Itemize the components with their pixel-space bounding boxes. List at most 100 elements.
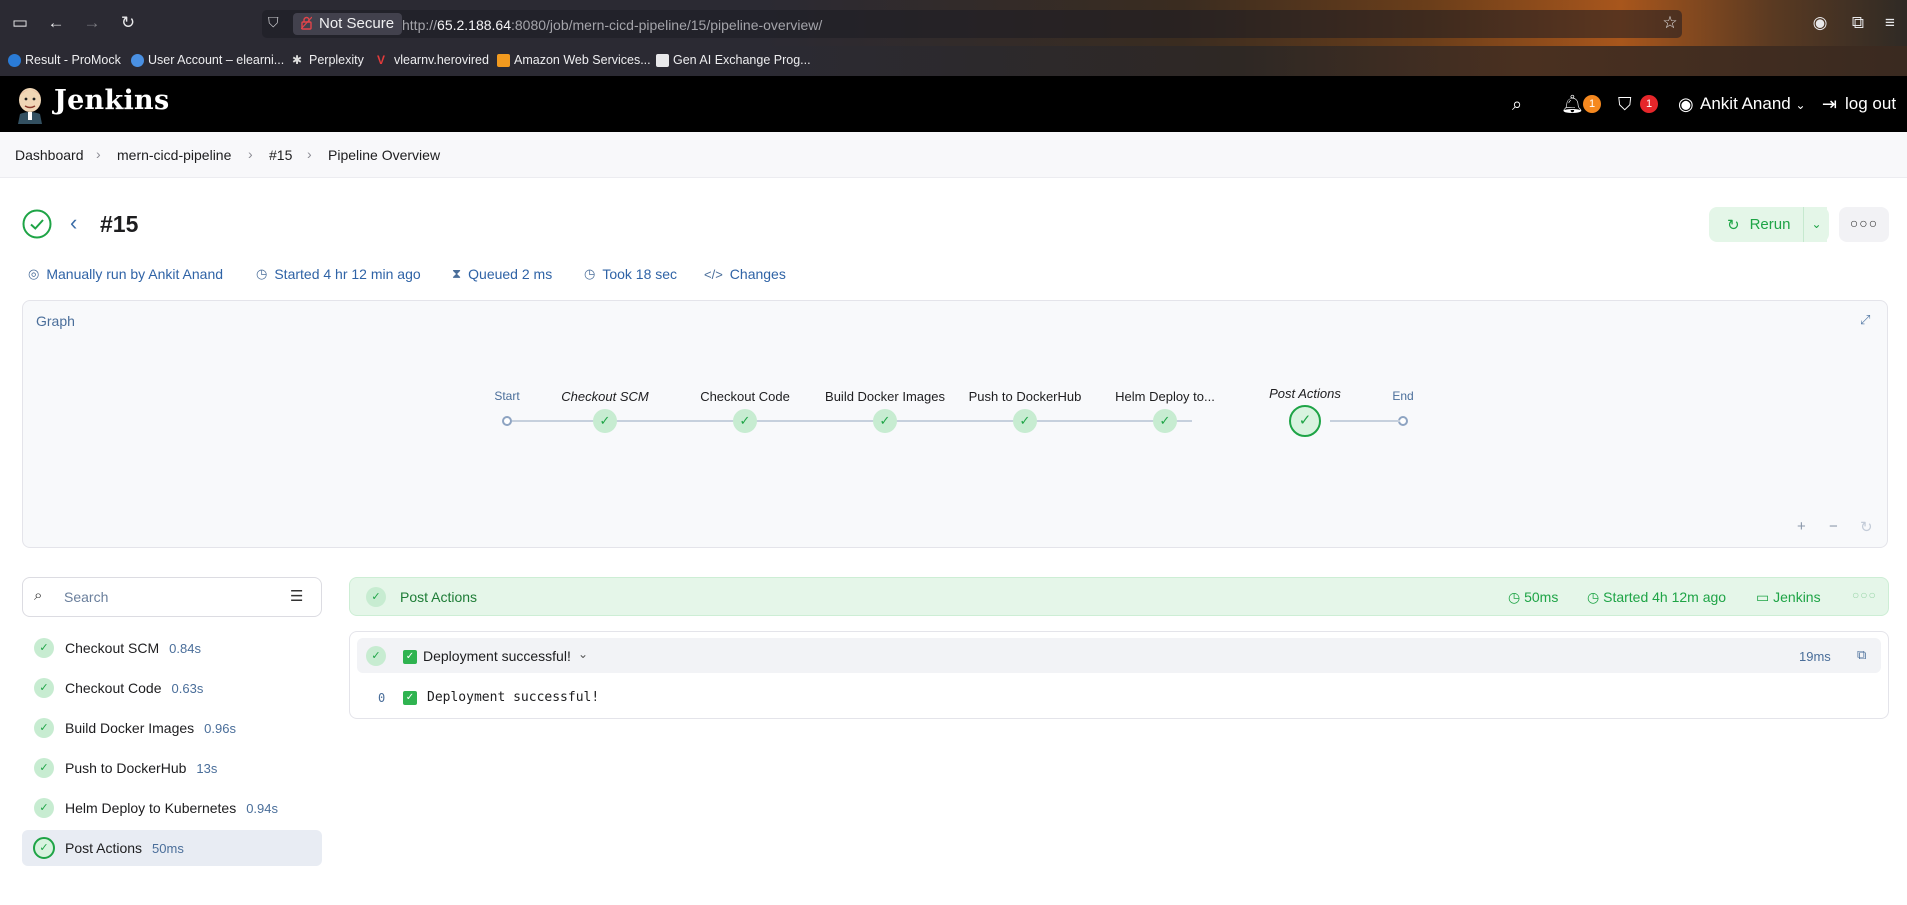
stage-started-label: Started 4h 12m ago bbox=[1603, 589, 1727, 605]
stage-duration: 0.96s bbox=[204, 721, 236, 736]
stage-duration-info: ◷ 50ms bbox=[1508, 589, 1558, 606]
star-icon[interactable]: ☆ bbox=[1660, 13, 1680, 33]
previous-build-chevron-icon[interactable]: ‹ bbox=[70, 210, 77, 236]
bookmark-label: Amazon Web Services... bbox=[514, 53, 651, 67]
filter-icon[interactable]: ☰ bbox=[290, 587, 303, 605]
bookmark-favicon bbox=[656, 53, 669, 67]
security-count-badge[interactable]: 1 bbox=[1640, 95, 1658, 113]
logout-link[interactable]: log out bbox=[1845, 94, 1896, 114]
stage-duration-label: 50ms bbox=[1524, 589, 1559, 605]
pipeline-graph[interactable] bbox=[22, 300, 1888, 548]
user-circle-icon: ◎ bbox=[28, 266, 40, 281]
bookmark-item[interactable]: ✱ Perplexity bbox=[292, 53, 364, 67]
graph-label-checkout-scm[interactable]: Checkout SCM bbox=[561, 389, 648, 404]
chevron-down-icon[interactable]: ⌄ bbox=[578, 647, 588, 661]
stage-name: Build Docker Images bbox=[65, 720, 195, 736]
stage-label: Checkout SCM 0.84s bbox=[65, 640, 201, 656]
stage-more-actions-icon[interactable]: ○○○ bbox=[1852, 588, 1877, 602]
forward-icon[interactable]: → bbox=[82, 13, 102, 33]
agent-link[interactable]: ▭ Jenkins bbox=[1756, 589, 1821, 606]
graph-label-helm-deploy[interactable]: Helm Deploy to... bbox=[1115, 389, 1215, 404]
stage-list-item-build-docker-images[interactable]: ✓ Build Docker Images 0.96s bbox=[22, 710, 322, 746]
started-label: Started 4 hr 12 min ago bbox=[274, 266, 421, 282]
queued-label: Queued 2 ms bbox=[468, 266, 553, 282]
security-shield-icon[interactable]: ⛉ bbox=[1618, 94, 1632, 115]
expand-icon[interactable]: ⤢ bbox=[1860, 312, 1870, 328]
clock-icon: ◷ bbox=[256, 266, 268, 281]
extensions-icon[interactable]: ⧉ bbox=[1848, 13, 1868, 33]
sidebar-toggle-icon[interactable]: ▭ bbox=[10, 13, 30, 33]
success-check-icon: ✓ bbox=[34, 678, 54, 698]
graph-node-helm-deploy[interactable]: ✓ bbox=[1153, 409, 1177, 433]
graph-label-checkout-code[interactable]: Checkout Code bbox=[700, 389, 790, 404]
stage-list-item-post-actions[interactable]: ✓ Post Actions 50ms bbox=[22, 830, 322, 866]
url-host: 65.2.188.64 bbox=[437, 17, 511, 33]
notifications-bell-icon[interactable]: 🔔︎ bbox=[1561, 94, 1584, 115]
graph-node-build-docker-images[interactable]: ✓ bbox=[873, 409, 897, 433]
url-text[interactable]: http://65.2.188.64:8080/job/mern-cicd-pi… bbox=[402, 17, 822, 33]
user-menu[interactable]: Ankit Anand ⌄ bbox=[1700, 94, 1806, 114]
rerun-icon: ↻ bbox=[1727, 216, 1740, 234]
menu-icon[interactable]: ≡ bbox=[1880, 13, 1900, 33]
stage-label: Post Actions 50ms bbox=[65, 840, 184, 856]
graph-label-post-actions[interactable]: Post Actions bbox=[1269, 386, 1341, 401]
bookmark-item[interactable]: Amazon Web Services... bbox=[497, 53, 651, 67]
stage-list-item-push-to-dockerhub[interactable]: ✓ Push to DockerHub 13s bbox=[22, 750, 322, 786]
reset-zoom-icon[interactable]: ↻ bbox=[1860, 518, 1873, 536]
search-icon[interactable]: ⌕ bbox=[1512, 94, 1522, 115]
breadcrumb-build[interactable]: #15 bbox=[269, 147, 292, 163]
graph-node-checkout-scm[interactable]: ✓ bbox=[593, 409, 617, 433]
search-icon: ⌕ bbox=[34, 587, 43, 604]
bookmark-item[interactable]: Vvlearnv.herovired bbox=[377, 53, 489, 67]
zoom-in-icon[interactable]: + bbox=[1797, 518, 1806, 535]
stage-name: Post Actions bbox=[65, 840, 143, 856]
stage-list-item-helm-deploy[interactable]: ✓ Helm Deploy to Kubernetes 0.94s bbox=[22, 790, 322, 826]
stage-list-item-checkout-scm[interactable]: ✓ Checkout SCM 0.84s bbox=[22, 630, 322, 666]
notification-count-badge[interactable]: 1 bbox=[1583, 95, 1601, 113]
bookmark-item[interactable]: User Account – elearni... bbox=[131, 53, 284, 67]
back-icon[interactable]: ← bbox=[46, 13, 66, 33]
more-actions-button[interactable]: ○○○ bbox=[1839, 207, 1889, 242]
graph-node-post-actions[interactable]: ✓ bbox=[1289, 405, 1321, 437]
stage-duration: 0.84s bbox=[169, 641, 201, 656]
reload-icon[interactable]: ↻ bbox=[118, 13, 138, 33]
bookmark-item[interactable]: Result - ProMock bbox=[8, 53, 121, 67]
graph-start-label: Start bbox=[494, 389, 520, 403]
check-mark-emoji-icon: ✓ bbox=[403, 691, 417, 705]
rerun-dropdown-chevron-icon[interactable]: ⌄ bbox=[1803, 207, 1829, 242]
graph-label-build-docker-images[interactable]: Build Docker Images bbox=[825, 389, 945, 404]
changes-label: Changes bbox=[729, 266, 786, 282]
perplexity-icon: ✱ bbox=[292, 52, 303, 67]
shield-icon[interactable]: ⛉ bbox=[268, 14, 279, 31]
zoom-out-icon[interactable]: − bbox=[1829, 518, 1838, 535]
graph-label-push-to-dockerhub[interactable]: Push to DockerHub bbox=[969, 389, 1082, 404]
graph-node-push-to-dockerhub[interactable]: ✓ bbox=[1013, 409, 1037, 433]
breadcrumb-job[interactable]: mern-cicd-pipeline bbox=[117, 147, 231, 163]
breadcrumb-dashboard[interactable]: Dashboard bbox=[15, 147, 84, 163]
bookmark-label: Gen AI Exchange Prog... bbox=[673, 53, 811, 67]
success-check-icon: ✓ bbox=[34, 798, 54, 818]
stage-duration: 0.94s bbox=[246, 801, 279, 816]
jenkins-logo-icon[interactable] bbox=[14, 84, 46, 124]
stage-duration: 50ms bbox=[152, 841, 184, 856]
bookmark-favicon: V bbox=[377, 52, 386, 67]
bookmark-item[interactable]: Gen AI Exchange Prog... bbox=[656, 53, 811, 67]
not-secure-badge[interactable]: Not Secure bbox=[293, 13, 403, 35]
log-line-number[interactable]: 0 bbox=[378, 691, 385, 705]
account-icon[interactable]: ◉ bbox=[1810, 13, 1830, 33]
success-check-icon: ✓ bbox=[34, 758, 54, 778]
timer-icon: ◷ bbox=[584, 266, 596, 281]
breadcrumb-pipeline-overview[interactable]: Pipeline Overview bbox=[328, 147, 440, 163]
computer-icon: ▭ bbox=[1756, 589, 1770, 605]
stage-name: Checkout SCM bbox=[65, 640, 160, 656]
changes-link[interactable]: </> Changes bbox=[704, 266, 786, 282]
breadcrumb-separator-icon: › bbox=[307, 146, 312, 162]
logout-icon[interactable]: ⇥ bbox=[1822, 94, 1837, 115]
stage-list-item-checkout-code[interactable]: ✓ Checkout Code 0.63s bbox=[22, 670, 322, 706]
stage-duration: 0.63s bbox=[171, 681, 204, 696]
chevron-down-icon: ⌄ bbox=[1795, 98, 1806, 112]
open-external-icon[interactable]: ⧉ bbox=[1857, 647, 1866, 663]
jenkins-brand[interactable]: Jenkins bbox=[54, 85, 169, 116]
graph-node-checkout-code[interactable]: ✓ bbox=[733, 409, 757, 433]
success-check-icon: ✓ bbox=[33, 837, 55, 859]
